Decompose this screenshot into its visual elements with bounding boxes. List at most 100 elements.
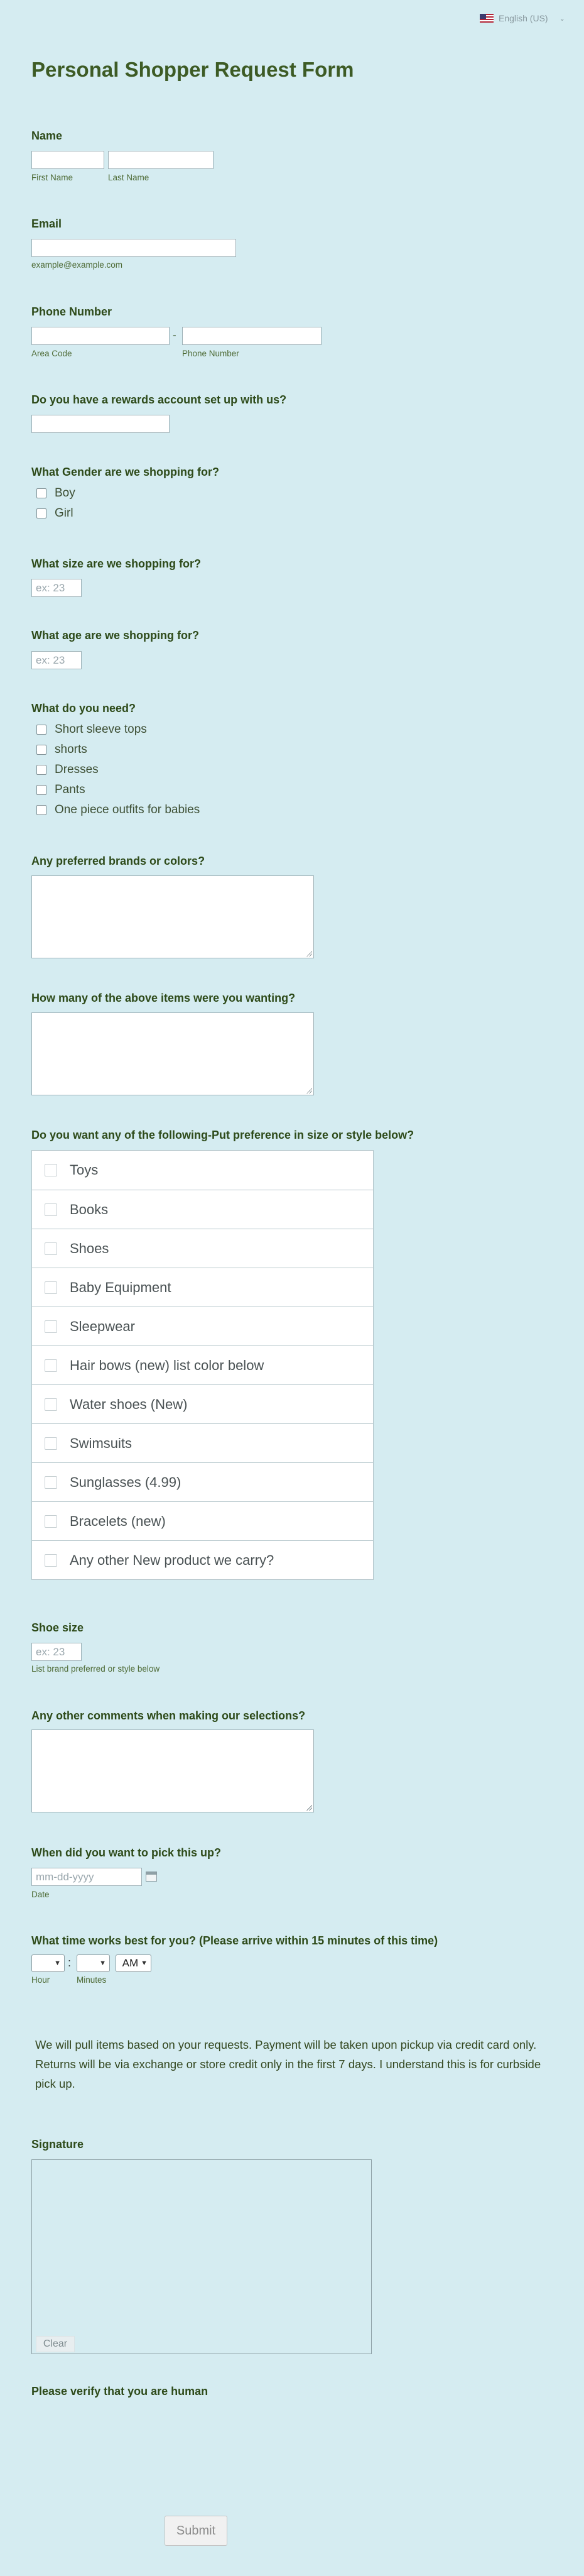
needs-option[interactable]: Pants — [36, 783, 85, 797]
phone-separator: - — [173, 329, 176, 341]
checkbox[interactable] — [36, 745, 46, 755]
option-label: shorts — [55, 743, 87, 756]
option-label: Short sleeve tops — [55, 723, 147, 736]
option-label: Dresses — [55, 763, 99, 776]
needs-option[interactable]: shorts — [36, 743, 87, 757]
option-label: Boy — [55, 486, 75, 500]
checkbox[interactable] — [45, 1164, 57, 1176]
comments-label: Any other comments when making our selec… — [31, 1709, 306, 1722]
pickup-date-label: When did you want to pick this up? — [31, 1846, 221, 1859]
option-label: Books — [70, 1201, 109, 1217]
resize-handle-icon[interactable] — [306, 1087, 312, 1093]
first-name-sublabel: First Name — [31, 173, 73, 182]
wants-option[interactable]: Bracelets (new) — [32, 1501, 373, 1540]
checkbox[interactable] — [45, 1359, 57, 1372]
wants-option[interactable]: Any other New product we carry? — [32, 1540, 373, 1579]
last-name-input[interactable] — [108, 151, 214, 169]
clear-signature-button[interactable]: Clear — [36, 2336, 75, 2352]
checkbox[interactable] — [36, 765, 46, 775]
wants-option[interactable]: Sunglasses (4.99) — [32, 1462, 373, 1501]
area-code-sublabel: Area Code — [31, 349, 72, 358]
ampm-value: AM — [122, 1957, 139, 1969]
resize-handle-icon[interactable] — [306, 1804, 312, 1811]
option-label: Water shoes (New) — [70, 1396, 188, 1412]
age-input[interactable]: ex: 23 — [31, 651, 82, 669]
us-flag-icon — [480, 14, 494, 23]
option-label: Sleepwear — [70, 1318, 135, 1334]
shoe-size-sublabel: List brand preferred or style below — [31, 1664, 160, 1674]
checkbox[interactable] — [45, 1320, 57, 1333]
needs-option[interactable]: Short sleeve tops — [36, 723, 147, 737]
language-selector[interactable]: English (US) ⌄ — [480, 11, 580, 25]
hour-select[interactable]: ▼ — [31, 1954, 65, 1972]
wants-options-list: Toys Books Shoes Baby Equipment Sleepwea… — [31, 1150, 374, 1580]
submit-button[interactable]: Submit — [165, 2516, 227, 2546]
ampm-select[interactable]: AM ▼ — [116, 1954, 151, 1972]
wants-option[interactable]: Hair bows (new) list color below — [32, 1346, 373, 1384]
shoe-size-input[interactable]: ex: 23 — [31, 1643, 82, 1661]
gender-option-boy[interactable]: Boy — [36, 486, 75, 500]
area-code-input[interactable] — [31, 327, 170, 345]
checkbox[interactable] — [45, 1437, 57, 1450]
checkbox[interactable] — [36, 488, 46, 498]
checkbox[interactable] — [45, 1398, 57, 1411]
checkbox[interactable] — [45, 1203, 57, 1216]
age-label: What age are we shopping for? — [31, 629, 200, 642]
needs-label: What do you need? — [31, 702, 136, 715]
needs-option[interactable]: Dresses — [36, 763, 99, 777]
minutes-select[interactable]: ▼ — [77, 1954, 110, 1972]
checkbox[interactable] — [45, 1515, 57, 1528]
wants-option[interactable]: Books — [32, 1190, 373, 1229]
chevron-down-icon: ▼ — [54, 1959, 61, 1967]
checkbox[interactable] — [45, 1554, 57, 1567]
form-title: Personal Shopper Request Form — [31, 58, 354, 81]
chevron-down-icon: ▼ — [99, 1959, 106, 1967]
checkbox[interactable] — [45, 1242, 57, 1255]
quantity-textarea[interactable] — [31, 1012, 314, 1095]
chevron-down-icon: ▼ — [141, 1959, 148, 1967]
option-label: Toys — [70, 1162, 99, 1178]
resize-handle-icon[interactable] — [306, 950, 312, 956]
option-label: Sunglasses (4.99) — [70, 1474, 181, 1490]
rewards-input[interactable] — [31, 415, 170, 433]
wants-option[interactable]: Swimsuits — [32, 1423, 373, 1462]
minutes-sublabel: Minutes — [77, 1975, 107, 1985]
checkbox[interactable] — [36, 785, 46, 795]
checkbox[interactable] — [45, 1476, 57, 1489]
option-label: Hair bows (new) list color below — [70, 1357, 264, 1373]
wants-option[interactable]: Shoes — [32, 1229, 373, 1268]
pickup-date-input[interactable]: mm-dd-yyyy — [31, 1868, 142, 1886]
language-label: English (US) — [499, 13, 548, 23]
checkbox[interactable] — [45, 1281, 57, 1294]
comments-textarea[interactable] — [31, 1729, 314, 1812]
needs-option[interactable]: One piece outfits for babies — [36, 803, 200, 817]
checkbox[interactable] — [36, 805, 46, 815]
last-name-sublabel: Last Name — [108, 173, 149, 182]
option-label: Girl — [55, 507, 73, 520]
chevron-down-icon: ⌄ — [559, 14, 565, 23]
option-label: Bracelets (new) — [70, 1513, 166, 1529]
brands-label: Any preferred brands or colors? — [31, 855, 205, 867]
option-label: Any other New product we carry? — [70, 1552, 274, 1568]
option-label: One piece outfits for babies — [55, 803, 200, 816]
email-input[interactable] — [31, 239, 236, 257]
first-name-input[interactable] — [31, 151, 104, 169]
wants-option[interactable]: Sleepwear — [32, 1307, 373, 1346]
checkbox[interactable] — [36, 725, 46, 735]
signature-pad[interactable]: Clear — [31, 2159, 372, 2354]
wants-option[interactable]: Toys — [32, 1151, 373, 1190]
checkbox[interactable] — [36, 508, 46, 518]
phone-number-input[interactable] — [182, 327, 322, 345]
brands-textarea[interactable] — [31, 875, 314, 958]
size-label: What size are we shopping for? — [31, 557, 202, 570]
pickup-date-sublabel: Date — [31, 1890, 50, 1899]
wants-option[interactable]: Water shoes (New) — [32, 1384, 373, 1423]
calendar-icon[interactable] — [146, 1872, 157, 1882]
wants-option[interactable]: Baby Equipment — [32, 1268, 373, 1307]
phone-number-sublabel: Phone Number — [182, 349, 239, 358]
gender-option-girl[interactable]: Girl — [36, 507, 73, 520]
terms-text: We will pull items based on your request… — [35, 2038, 541, 2090]
phone-label: Phone Number — [31, 305, 112, 318]
option-label: Pants — [55, 783, 85, 796]
size-input[interactable]: ex: 23 — [31, 579, 82, 597]
